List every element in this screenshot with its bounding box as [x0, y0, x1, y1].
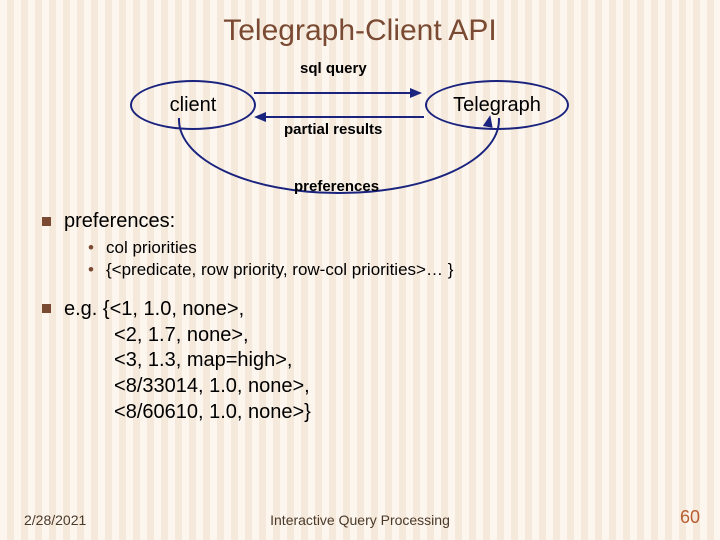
telegraph-label: Telegraph	[453, 94, 541, 117]
label-partial-results: partial results	[284, 121, 382, 138]
client-label: client	[170, 94, 217, 117]
subbullet-col-priorities: col priorities	[88, 237, 690, 259]
subbullet-predicate-tuple: {<predicate, row priority, row-col prior…	[88, 259, 690, 281]
bullet-preferences: preferences: col priorities {<predicate,…	[42, 210, 690, 281]
bullet-example: e.g. {<1, 1.0, none>, <2, 1.7, none>, <3…	[42, 297, 690, 425]
slide-title: Telegraph-Client API	[0, 0, 720, 48]
slide: Telegraph-Client API client Telegraph sq…	[0, 0, 720, 540]
label-sql-query: sql query	[300, 60, 367, 77]
footer-page-number: 60	[680, 507, 700, 528]
bullet-preferences-label: preferences:	[64, 210, 175, 232]
body-text: preferences: col priorities {<predicate,…	[42, 210, 690, 431]
label-preferences: preferences	[294, 178, 379, 195]
example-prefix: e.g.	[64, 298, 103, 320]
api-diagram: client Telegraph sql query partial resul…	[130, 58, 570, 178]
footer-caption: Interactive Query Processing	[0, 512, 720, 528]
arrow-sql-line	[254, 92, 412, 94]
arrow-sql-head	[410, 88, 422, 98]
